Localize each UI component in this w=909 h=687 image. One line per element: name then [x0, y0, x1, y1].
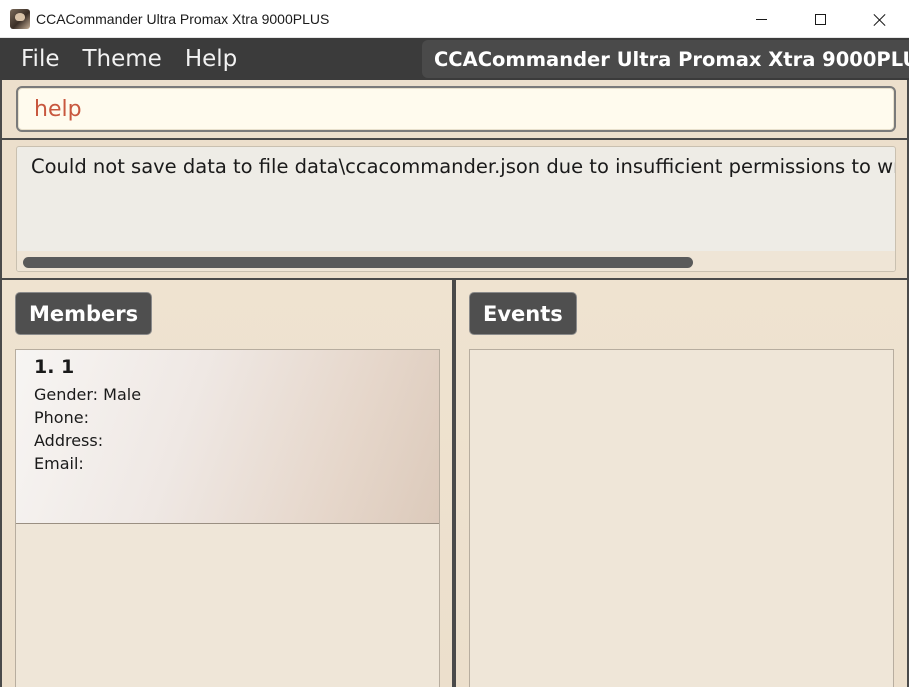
close-button[interactable]	[850, 0, 909, 38]
result-message: Could not save data to file data\ccacomm…	[31, 155, 896, 178]
command-input[interactable]: help	[16, 86, 896, 132]
members-header: Members	[15, 292, 153, 335]
member-phone: Phone:	[34, 408, 89, 427]
brand-banner: CCACommander Ultra Promax Xtra 9000PLUS	[422, 40, 909, 78]
maximize-button[interactable]	[791, 0, 850, 38]
events-header: Events	[469, 292, 577, 335]
window-controls	[732, 0, 909, 38]
app-avatar-icon	[10, 8, 30, 29]
result-area: Could not save data to file data\ccacomm…	[0, 140, 909, 278]
horizontal-scrollbar[interactable]	[17, 251, 895, 271]
events-panel: Events	[456, 280, 907, 687]
menu-help[interactable]: Help	[185, 46, 237, 72]
command-area: help	[0, 80, 909, 140]
events-header-label: Events	[483, 301, 563, 326]
scrollbar-thumb[interactable]	[23, 257, 693, 268]
brand-title: CCACommander Ultra Promax Xtra 9000PLUS	[434, 47, 909, 71]
command-input-value: help	[34, 96, 82, 122]
member-gender: Gender: Male	[34, 385, 142, 404]
member-card[interactable]: 1. 1 Gender: Male Phone: Address: Email:	[16, 350, 439, 524]
member-address: Address:	[34, 431, 104, 450]
minimize-icon	[756, 18, 767, 20]
window-title-bar: CCACommander Ultra Promax Xtra 9000PLUS	[0, 0, 909, 38]
member-email: Email:	[34, 454, 84, 473]
close-icon	[873, 13, 886, 26]
result-display[interactable]: Could not save data to file data\ccacomm…	[16, 146, 896, 272]
member-card-title: 1. 1	[34, 356, 75, 378]
events-list[interactable]	[469, 349, 894, 687]
members-panel: Members 1. 1 Gender: Male Phone: Address…	[2, 280, 452, 687]
menu-file[interactable]: File	[21, 46, 60, 72]
maximize-icon	[815, 13, 826, 25]
members-header-label: Members	[29, 301, 139, 326]
window-title: CCACommander Ultra Promax Xtra 9000PLUS	[36, 10, 330, 27]
list-panels: Members 1. 1 Gender: Male Phone: Address…	[0, 278, 909, 687]
members-list[interactable]: 1. 1 Gender: Male Phone: Address: Email:	[15, 349, 440, 687]
minimize-button[interactable]	[732, 0, 791, 38]
menu-theme[interactable]: Theme	[83, 46, 162, 72]
